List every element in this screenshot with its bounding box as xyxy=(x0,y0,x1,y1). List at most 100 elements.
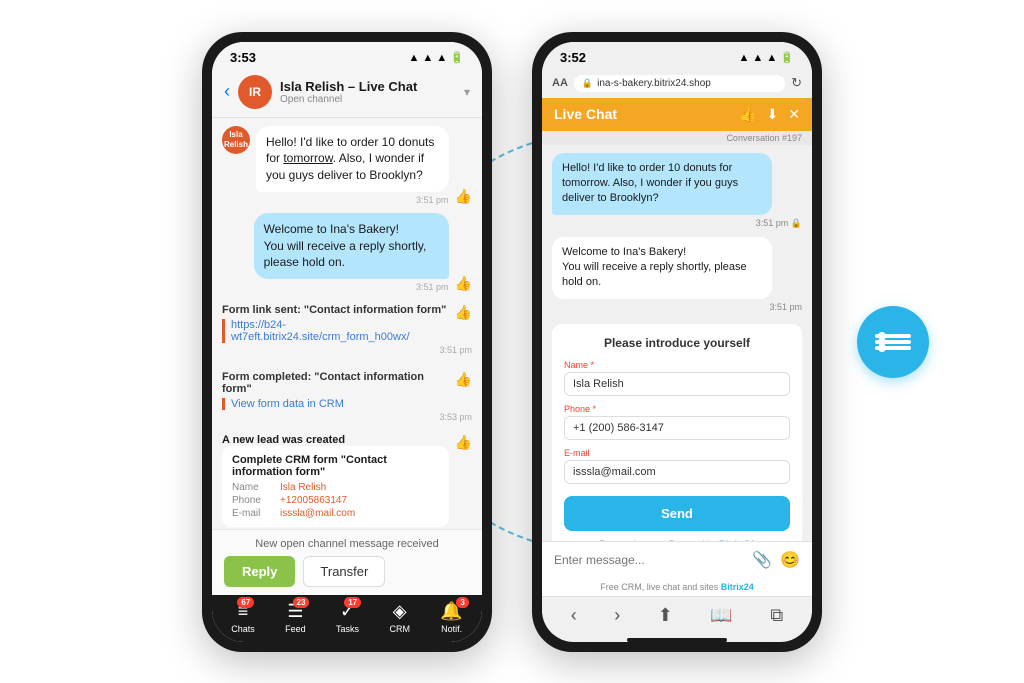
send-button[interactable]: Send xyxy=(564,496,790,531)
input-icons: 📎 😊 xyxy=(752,550,800,570)
crm-bar: Free CRM, live chat and sites Bitrix24 xyxy=(542,578,812,596)
home-indicator xyxy=(627,638,727,642)
notif-buttons: Reply Transfer xyxy=(224,556,470,587)
thumb-up-icon[interactable]: 👍 xyxy=(739,106,756,123)
lead-phone-row: Phone +12005863147 xyxy=(232,495,439,506)
conversation-number: Conversation #197 xyxy=(542,131,812,145)
like-icon-2[interactable]: 👍 xyxy=(455,275,472,292)
chats-badge: 67 xyxy=(237,597,254,608)
tasks-badge: 17 xyxy=(344,597,361,608)
back-icon[interactable]: ‹ xyxy=(224,81,230,102)
email-input[interactable] xyxy=(564,460,790,484)
lead-email-row: E-mail isssla@mail.com xyxy=(232,508,439,519)
tasks-label: Tasks xyxy=(336,624,359,634)
url-bar[interactable]: 🔒 ina-s-bakery.bitrix24.shop xyxy=(574,75,785,92)
like-icon-4[interactable]: 👍 xyxy=(455,371,472,388)
lead-title: A new lead was created xyxy=(222,434,449,446)
crm-brand-link[interactable]: Bitrix24 xyxy=(721,582,754,592)
reply-button[interactable]: Reply xyxy=(224,556,295,587)
lead-phone-value: +12005863147 xyxy=(280,495,347,506)
refresh-icon[interactable]: ↻ xyxy=(791,75,802,91)
scene: 3:53 ▲ ▲ ▲ 🔋 ‹ IR Isla Relish – Live Cha… xyxy=(0,0,1024,683)
name-label: Name * xyxy=(564,360,790,370)
url-text: ina-s-bakery.bitrix24.shop xyxy=(597,78,711,89)
name-field-group: Name * xyxy=(564,360,790,396)
like-icon-5[interactable]: 👍 xyxy=(455,434,472,451)
lead-name-row: Name Isla Relish xyxy=(232,482,439,493)
contact-name: Isla Relish – Live Chat xyxy=(280,79,456,94)
message-row-2: 👍 Welcome to Ina's Bakery!You will recei… xyxy=(222,213,472,292)
bitrix-icon-circle xyxy=(857,306,929,378)
browser-aa[interactable]: AA xyxy=(552,77,568,89)
form-completed-time: 3:53 pm xyxy=(222,412,472,422)
form-completed-title: Form completed: "Contact information for… xyxy=(222,371,449,395)
chats-label: Chats xyxy=(231,624,255,634)
bottom-nav: ≡ 67 Chats ☰ 23 Feed ✓ 17 xyxy=(212,595,482,642)
system-form-completed: Form completed: "Contact information for… xyxy=(222,371,472,422)
close-icon[interactable]: ✕ xyxy=(788,106,800,123)
browser-nav: ‹ › ⬆ 📖 ⧉ xyxy=(542,596,812,634)
form-link-title: Form link sent: "Contact information for… xyxy=(222,304,446,316)
header-chevron[interactable]: ▾ xyxy=(464,85,470,99)
customer-time: 3:51 pm 🔒 xyxy=(552,218,802,229)
time-1: 3:53 xyxy=(230,50,256,65)
nav-forward-icon[interactable]: › xyxy=(614,605,620,626)
status-bar-1: 3:53 ▲ ▲ ▲ 🔋 xyxy=(212,42,482,69)
sender-avatar-1: IslaRelish xyxy=(222,126,250,154)
lead-email-value: isssla@mail.com xyxy=(280,508,355,519)
feed-label: Feed xyxy=(285,624,306,634)
live-chat-title: Live Chat xyxy=(554,106,617,122)
message-bubble-1: Hello! I'd like to order 10 donuts for t… xyxy=(256,126,449,192)
status-icons-2: ▲ ▲ ▲ 🔋 xyxy=(738,51,794,64)
nav-tasks[interactable]: ✓ 17 Tasks xyxy=(336,601,359,634)
transfer-button[interactable]: Transfer xyxy=(303,556,385,587)
live-messages: Hello! I'd like to order 10 donuts for t… xyxy=(542,145,812,541)
phone-input[interactable] xyxy=(564,416,790,440)
message-input[interactable] xyxy=(554,553,752,567)
nav-bookmark-icon[interactable]: 📖 xyxy=(710,605,732,626)
lm-customer-msg: Hello! I'd like to order 10 donuts for t… xyxy=(552,153,802,229)
bot-time: 3:51 pm xyxy=(552,302,802,312)
form-link-url: https://b24-wt7eft.bitrix24.site/crm_for… xyxy=(222,319,446,343)
name-input[interactable] xyxy=(564,372,790,396)
live-input-bar: 📎 😊 xyxy=(542,541,812,578)
like-icon-3[interactable]: 👍 xyxy=(455,304,472,321)
message-row-1: IslaRelish Hello! I'd like to order 10 d… xyxy=(222,126,472,205)
notif-label: Notif. xyxy=(441,624,462,634)
notif-badge: 3 xyxy=(456,597,468,608)
bot-bubble: Welcome to Ina's Bakery!You will receive… xyxy=(552,237,772,299)
nav-crm[interactable]: ◈ CRM xyxy=(389,601,410,634)
lock-icon: 🔒 xyxy=(582,78,593,89)
intro-form: Please introduce yourself Name * Phone *… xyxy=(552,324,802,541)
crm-icon: ◈ xyxy=(393,601,407,621)
chat-header-info: Isla Relish – Live Chat Open channel xyxy=(280,79,456,105)
nav-notif[interactable]: 🔔 3 Notif. xyxy=(440,601,462,634)
attachment-icon[interactable]: 📎 xyxy=(752,550,772,570)
browser-bar: AA 🔒 ina-s-bakery.bitrix24.shop ↻ xyxy=(542,69,812,98)
messages-area: IslaRelish Hello! I'd like to order 10 d… xyxy=(212,118,482,529)
emoji-icon[interactable]: 😊 xyxy=(780,550,800,570)
time-2: 3:52 xyxy=(560,50,586,65)
nav-tabs-icon[interactable]: ⧉ xyxy=(770,605,783,626)
lead-card: Complete CRM form "Contact information f… xyxy=(222,446,449,527)
contact-avatar: IR xyxy=(238,75,272,109)
view-form-link[interactable]: View form data in CRM xyxy=(222,398,449,410)
lead-card-subtitle: Complete CRM form "Contact information f… xyxy=(232,454,439,478)
lead-email-label: E-mail xyxy=(232,508,276,519)
nav-chats[interactable]: ≡ 67 Chats xyxy=(231,601,255,634)
live-chat-actions: 👍 ⬇ ✕ xyxy=(739,106,800,123)
nav-feed[interactable]: ☰ 23 Feed xyxy=(285,601,306,634)
like-icon-1[interactable]: 👍 xyxy=(455,188,472,205)
download-icon[interactable]: ⬇ xyxy=(767,106,779,123)
email-label: E-mail xyxy=(564,448,790,458)
feed-badge: 23 xyxy=(293,597,310,608)
message-time-1: 3:51 pm xyxy=(256,195,449,205)
status-bar-2: 3:52 ▲ ▲ ▲ 🔋 xyxy=(542,42,812,69)
nav-share-icon[interactable]: ⬆ xyxy=(658,605,673,626)
nav-back-icon[interactable]: ‹ xyxy=(571,605,577,626)
customer-bubble: Hello! I'd like to order 10 donuts for t… xyxy=(552,153,772,215)
phone-field-group: Phone * xyxy=(564,404,790,440)
crm-label: CRM xyxy=(389,624,410,634)
lm-bot-msg: Welcome to Ina's Bakery!You will receive… xyxy=(552,237,802,312)
message-bubble-2: Welcome to Ina's Bakery!You will receive… xyxy=(254,213,449,279)
